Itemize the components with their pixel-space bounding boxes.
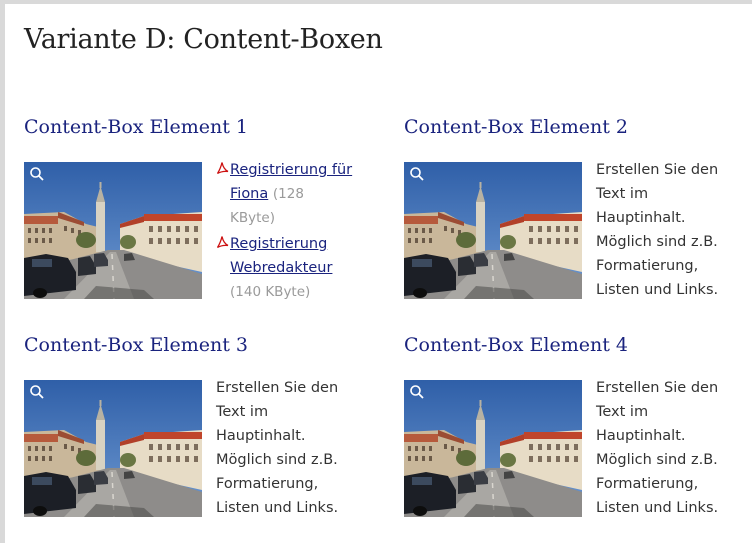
pdf-icon	[216, 162, 229, 175]
text-line: Listen und Links.	[596, 500, 719, 516]
file-size-unit: KByte)	[230, 210, 275, 226]
content-box-image[interactable]	[404, 380, 582, 517]
zoom-icon[interactable]	[409, 384, 425, 400]
street-photo	[24, 380, 202, 517]
download-line: (140 KByte)	[216, 280, 376, 304]
zoom-icon[interactable]	[409, 166, 425, 182]
content-box-text: Erstellen Sie den Text im Hauptinhalt. M…	[596, 376, 752, 520]
file-size: (128	[272, 186, 304, 202]
text-line: Hauptinhalt.	[596, 210, 686, 226]
text-line: Hauptinhalt.	[596, 428, 686, 444]
text-line: Erstellen Sie den	[216, 380, 339, 396]
content-box-text: Erstellen Sie den Text im Hauptinhalt. M…	[596, 158, 752, 302]
download-item: Registrierung Webredakteur (140 KByte)	[216, 232, 376, 304]
street-photo	[24, 162, 202, 299]
content-box-title: Content-Box Element 4	[404, 334, 628, 356]
text-line: Möglich sind z.B.	[596, 452, 718, 468]
content-box-image[interactable]	[24, 162, 202, 299]
street-photo	[404, 162, 582, 299]
content-box-text: Erstellen Sie den Text im Hauptinhalt. M…	[216, 376, 376, 520]
text-line: Listen und Links.	[216, 500, 339, 516]
download-link[interactable]: Registrierung für	[230, 162, 352, 178]
download-line: Webredakteur	[216, 256, 376, 280]
content-box-4: Content-Box Element 4 Erstellen Sie den …	[404, 333, 752, 357]
text-line: Möglich sind z.B.	[216, 452, 338, 468]
text-line: Formatierung,	[596, 258, 699, 274]
text-line: Formatierung,	[216, 476, 319, 492]
download-list: Registrierung für Fiona (128 KByte) Regi…	[216, 158, 376, 306]
download-line: KByte)	[216, 206, 376, 230]
content-box-title: Content-Box Element 2	[404, 116, 628, 138]
download-link-continued[interactable]: Webredakteur	[230, 260, 332, 276]
text-line: Text im	[216, 404, 269, 420]
download-item: Registrierung für Fiona (128 KByte)	[216, 158, 376, 230]
download-link-continued[interactable]: Fiona	[230, 186, 268, 202]
text-line: Hauptinhalt.	[216, 428, 306, 444]
text-line: Text im	[596, 404, 649, 420]
content-box-2: Content-Box Element 2 Erstellen Sie den …	[404, 115, 752, 139]
zoom-icon[interactable]	[29, 166, 45, 182]
file-size: (140 KByte)	[230, 284, 311, 300]
page-title: Variante D: Content-Boxen	[24, 24, 383, 55]
text-line: Listen und Links.	[596, 282, 719, 298]
content-box-3: Content-Box Element 3 Erstellen Sie den …	[24, 333, 374, 357]
content-box-title: Content-Box Element 1	[24, 116, 248, 138]
text-line: Formatierung,	[596, 476, 699, 492]
content-box-1: Content-Box Element 1 Registrierung für …	[24, 115, 374, 300]
download-line: Fiona (128	[216, 182, 376, 206]
zoom-icon[interactable]	[29, 384, 45, 400]
download-link[interactable]: Registrierung	[230, 236, 327, 252]
content-box-title: Content-Box Element 3	[24, 334, 248, 356]
content-box-image[interactable]	[404, 162, 582, 299]
text-line: Erstellen Sie den	[596, 380, 719, 396]
text-line: Text im	[596, 186, 649, 202]
text-line: Erstellen Sie den	[596, 162, 719, 178]
street-photo	[404, 380, 582, 517]
pdf-icon	[216, 236, 229, 249]
content-box-image[interactable]	[24, 380, 202, 517]
text-line: Möglich sind z.B.	[596, 234, 718, 250]
